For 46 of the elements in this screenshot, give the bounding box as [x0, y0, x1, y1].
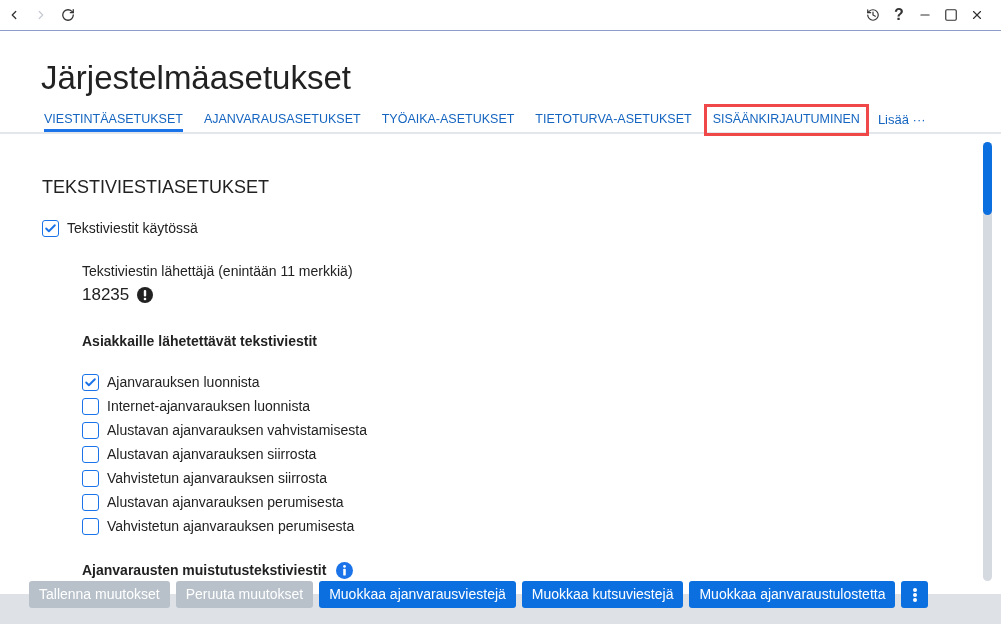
footer-button[interactable]: Muokkaa kutsuviestejä: [521, 581, 684, 608]
tab[interactable]: SISÄÄNKIRJAUTUMINEN: [703, 104, 869, 136]
checkbox[interactable]: [42, 219, 59, 237]
checkbox-label: Ajanvarauksen luonnista: [107, 372, 260, 392]
reload-icon: [61, 8, 75, 22]
tab[interactable]: AJANVARAUSASETUKSET: [194, 104, 370, 136]
checkbox-label: Alustavan ajanvarauksen perumisesta: [107, 492, 344, 512]
checkbox-label: Vahvistetun ajanvarauksen siirrosta: [107, 468, 327, 488]
tab[interactable]: TIETOTURVA-ASETUKSET: [526, 104, 701, 136]
more-tab[interactable]: Lisää ···: [871, 104, 932, 136]
close-icon: [970, 8, 984, 22]
close-button[interactable]: [970, 8, 984, 22]
footer-button[interactable]: Muokkaa ajanvaraustulostetta: [689, 581, 896, 608]
footer-button[interactable]: Muokkaa ajanvarausviestejä: [319, 581, 516, 608]
checkbox[interactable]: [82, 469, 99, 487]
maximize-button[interactable]: [944, 8, 958, 22]
checkbox[interactable]: [82, 517, 99, 535]
more-menu-button[interactable]: [901, 581, 929, 608]
checkbox-label: Alustavan ajanvarauksen vahvistamisesta: [107, 420, 367, 440]
field-label: Tekstiviestin lähettäjä (enintään 11 merkkiä): [82, 262, 353, 281]
maximize-icon: [944, 8, 958, 22]
checkbox[interactable]: [82, 397, 99, 415]
check-icon: [84, 375, 97, 389]
vertical-dots-icon: [912, 587, 917, 602]
page-title: Järjestelmäasetukset: [41, 58, 351, 98]
scrollbar[interactable]: [983, 142, 992, 581]
history-button[interactable]: [866, 8, 880, 22]
checkbox-label: Internet-ajanvarauksen luonnista: [107, 396, 311, 416]
info-icon[interactable]: [336, 561, 354, 579]
checkbox[interactable]: [82, 373, 99, 391]
check-icon: [44, 221, 57, 235]
sender-value: 18235: [82, 285, 130, 305]
history-icon: [866, 8, 880, 22]
checkbox-label: Tekstiviestit käytössä: [67, 218, 198, 238]
checkbox[interactable]: [82, 493, 99, 511]
help-button[interactable]: ?: [892, 7, 906, 23]
checkbox-label: Vahvistetun ajanvarauksen perumisesta: [107, 516, 355, 536]
checkbox[interactable]: [82, 445, 99, 463]
checkbox[interactable]: [82, 421, 99, 439]
checkbox-label: Alustavan ajanvarauksen siirrosta: [107, 444, 317, 464]
reload-button[interactable]: [61, 8, 75, 22]
section-heading: TEKSTIVIESTIASETUKSET: [42, 176, 270, 199]
subsection-heading: Ajanvarausten muistutustekstiviestit: [82, 561, 327, 580]
subsection-heading: Asiakkaille lähetettävät tekstiviestit: [82, 332, 317, 351]
tab[interactable]: TYÖAIKA-ASETUKSET: [372, 104, 524, 136]
tab[interactable]: VIESTINTÄASETUKSET: [35, 104, 192, 136]
